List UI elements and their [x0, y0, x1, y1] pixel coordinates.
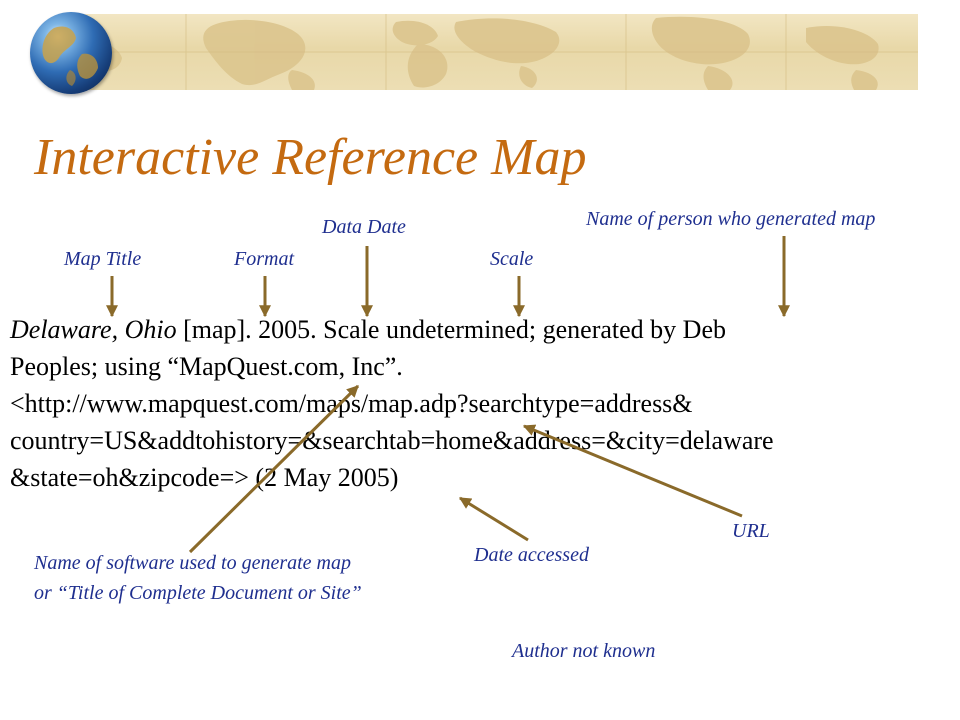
label-map-title: Map Title — [64, 248, 142, 270]
label-software-line-1: Name of software used to generate map — [34, 552, 352, 574]
citation-line-4: country=US&addtohistory=&searchtab=home&… — [10, 426, 774, 455]
label-software-line-2: or “Title of Complete Document or Site” — [34, 582, 362, 604]
label-format: Format — [234, 248, 294, 270]
citation-line-2: Peoples; using “MapQuest.com, Inc”. — [10, 352, 403, 381]
citation-place: Delaware, Ohio — [10, 315, 177, 344]
label-url: URL — [732, 520, 770, 542]
label-person: Name of person who generated map — [586, 208, 876, 230]
label-author: Author not known — [512, 640, 656, 662]
citation-line-1: Delaware, Ohio [map]. 2005. Scale undete… — [10, 311, 955, 348]
label-data-date: Data Date — [322, 216, 406, 238]
world-map-banner — [66, 14, 918, 90]
arrow-date-accessed — [458, 496, 529, 542]
header-banner — [0, 0, 960, 100]
page-title: Interactive Reference Map — [34, 129, 587, 186]
world-map-icon — [66, 14, 918, 90]
citation-line-5: &state=oh&zipcode=> (2 May 2005) — [10, 463, 399, 492]
globe-icon — [30, 12, 112, 94]
citation-line-3: <http://www.mapquest.com/maps/map.adp?se… — [10, 389, 693, 418]
map-citation: Delaware, Ohio [map]. 2005. Scale undete… — [10, 311, 955, 496]
citation-line-1-rest: [map]. 2005. Scale undetermined; generat… — [176, 315, 726, 344]
label-scale: Scale — [490, 248, 534, 270]
label-date-accessed: Date accessed — [474, 544, 589, 566]
